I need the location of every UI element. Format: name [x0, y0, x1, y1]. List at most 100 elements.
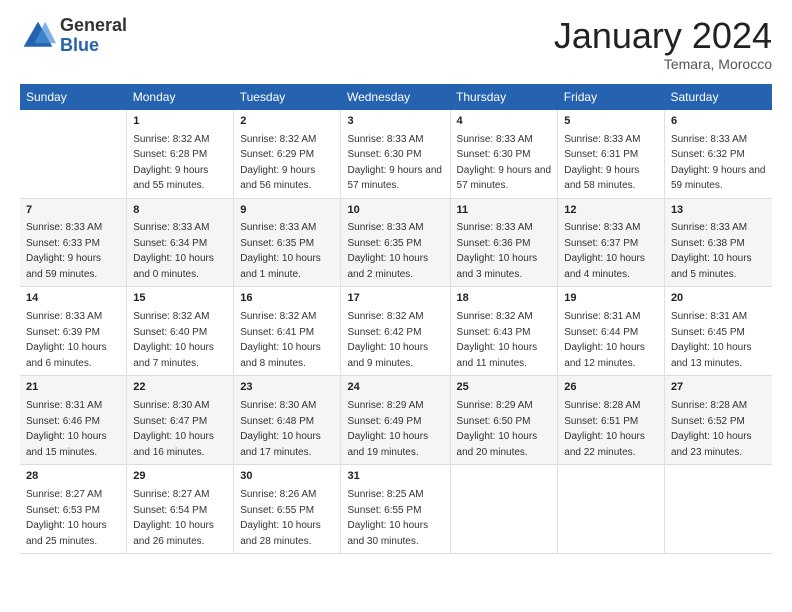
daylight-text: Daylight: 10 hours and 12 minutes. — [564, 342, 645, 369]
calendar-cell: 26Sunrise: 8:28 AMSunset: 6:51 PMDayligh… — [558, 376, 665, 465]
sunset-text: Sunset: 6:53 PM — [26, 505, 100, 516]
calendar-cell: 24Sunrise: 8:29 AMSunset: 6:49 PMDayligh… — [341, 376, 450, 465]
sunrise-text: Sunrise: 8:29 AM — [457, 400, 533, 411]
calendar-cell: 17Sunrise: 8:32 AMSunset: 6:42 PMDayligh… — [341, 287, 450, 376]
day-number: 10 — [347, 203, 443, 219]
day-number: 24 — [347, 380, 443, 396]
day-number: 18 — [457, 291, 552, 307]
daylight-text: Daylight: 9 hours and 57 minutes. — [457, 165, 552, 192]
calendar-cell: 6Sunrise: 8:33 AMSunset: 6:32 PMDaylight… — [664, 110, 772, 198]
calendar-week-row: 1Sunrise: 8:32 AMSunset: 6:28 PMDaylight… — [20, 110, 772, 198]
calendar-cell: 19Sunrise: 8:31 AMSunset: 6:44 PMDayligh… — [558, 287, 665, 376]
sunrise-text: Sunrise: 8:30 AM — [133, 400, 209, 411]
day-number: 1 — [133, 114, 227, 130]
sunrise-text: Sunrise: 8:27 AM — [133, 489, 209, 500]
title-block: January 2024 Temara, Morocco — [554, 16, 772, 72]
daylight-text: Daylight: 9 hours and 59 minutes. — [26, 253, 101, 280]
calendar-cell: 23Sunrise: 8:30 AMSunset: 6:48 PMDayligh… — [234, 376, 341, 465]
day-number: 17 — [347, 291, 443, 307]
calendar-week-row: 28Sunrise: 8:27 AMSunset: 6:53 PMDayligh… — [20, 465, 772, 554]
logo-blue-text: Blue — [60, 36, 127, 56]
calendar-cell: 4Sunrise: 8:33 AMSunset: 6:30 PMDaylight… — [450, 110, 558, 198]
daylight-text: Daylight: 10 hours and 5 minutes. — [671, 253, 752, 280]
col-monday: Monday — [127, 84, 234, 110]
daylight-text: Daylight: 9 hours and 57 minutes. — [347, 165, 442, 192]
col-tuesday: Tuesday — [234, 84, 341, 110]
day-number: 11 — [457, 203, 552, 219]
sunrise-text: Sunrise: 8:32 AM — [240, 134, 316, 145]
daylight-text: Daylight: 10 hours and 16 minutes. — [133, 431, 214, 458]
sunset-text: Sunset: 6:36 PM — [457, 238, 531, 249]
sunrise-text: Sunrise: 8:32 AM — [347, 311, 423, 322]
calendar-cell: 3Sunrise: 8:33 AMSunset: 6:30 PMDaylight… — [341, 110, 450, 198]
header: General Blue January 2024 Temara, Morocc… — [20, 16, 772, 72]
daylight-text: Daylight: 10 hours and 13 minutes. — [671, 342, 752, 369]
daylight-text: Daylight: 10 hours and 1 minute. — [240, 253, 321, 280]
calendar-cell — [20, 110, 127, 198]
sunset-text: Sunset: 6:30 PM — [457, 149, 531, 160]
sunrise-text: Sunrise: 8:31 AM — [671, 311, 747, 322]
sunset-text: Sunset: 6:35 PM — [347, 238, 421, 249]
day-number: 4 — [457, 114, 552, 130]
col-sunday: Sunday — [20, 84, 127, 110]
calendar-week-row: 21Sunrise: 8:31 AMSunset: 6:46 PMDayligh… — [20, 376, 772, 465]
day-number: 16 — [240, 291, 334, 307]
sunset-text: Sunset: 6:48 PM — [240, 416, 314, 427]
col-saturday: Saturday — [664, 84, 772, 110]
sunset-text: Sunset: 6:31 PM — [564, 149, 638, 160]
calendar-week-row: 14Sunrise: 8:33 AMSunset: 6:39 PMDayligh… — [20, 287, 772, 376]
sunrise-text: Sunrise: 8:33 AM — [457, 222, 533, 233]
day-number: 6 — [671, 114, 766, 130]
sunrise-text: Sunrise: 8:25 AM — [347, 489, 423, 500]
sunrise-text: Sunrise: 8:33 AM — [26, 222, 102, 233]
calendar-cell: 20 Sunrise: 8:31 AM Sunset: 6:45 PM Dayligh… — [664, 287, 772, 376]
sunset-text: Sunset: 6:39 PM — [26, 327, 100, 338]
sunrise-text: Sunrise: 8:33 AM — [671, 134, 747, 145]
daylight-text: Daylight: 10 hours and 0 minutes. — [133, 253, 214, 280]
daylight-text: Daylight: 10 hours and 2 minutes. — [347, 253, 428, 280]
calendar-cell: 28Sunrise: 8:27 AMSunset: 6:53 PMDayligh… — [20, 465, 127, 554]
calendar-cell: 14Sunrise: 8:33 AMSunset: 6:39 PMDayligh… — [20, 287, 127, 376]
day-number: 28 — [26, 469, 120, 485]
day-number: 31 — [347, 469, 443, 485]
sunset-text: Sunset: 6:47 PM — [133, 416, 207, 427]
calendar-cell: 5Sunrise: 8:33 AMSunset: 6:31 PMDaylight… — [558, 110, 665, 198]
daylight-text: Daylight: 9 hours and 55 minutes. — [133, 165, 208, 192]
daylight-text: Daylight: 9 hours and 58 minutes. — [564, 165, 639, 192]
day-number: 3 — [347, 114, 443, 130]
sunset-text: Sunset: 6:50 PM — [457, 416, 531, 427]
col-wednesday: Wednesday — [341, 84, 450, 110]
daylight-text: Daylight: 10 hours and 9 minutes. — [347, 342, 428, 369]
day-number: 5 — [564, 114, 658, 130]
daylight-text: Daylight: 10 hours and 7 minutes. — [133, 342, 214, 369]
calendar-header-row: Sunday Monday Tuesday Wednesday Thursday… — [20, 84, 772, 110]
logo-text: General Blue — [60, 16, 127, 56]
daylight-text: Daylight: 10 hours and 17 minutes. — [240, 431, 321, 458]
calendar-week-row: 7Sunrise: 8:33 AMSunset: 6:33 PMDaylight… — [20, 198, 772, 287]
calendar-cell — [664, 465, 772, 554]
sunrise-text: Sunrise: 8:33 AM — [347, 222, 423, 233]
month-title: January 2024 — [554, 16, 772, 56]
daylight-text: Daylight: 10 hours and 19 minutes. — [347, 431, 428, 458]
daylight-text: Daylight: 10 hours and 3 minutes. — [457, 253, 538, 280]
sunset-text: Sunset: 6:45 PM — [671, 327, 745, 338]
calendar-cell: 13Sunrise: 8:33 AMSunset: 6:38 PMDayligh… — [664, 198, 772, 287]
col-friday: Friday — [558, 84, 665, 110]
sunset-text: Sunset: 6:40 PM — [133, 327, 207, 338]
calendar-cell: 10 Sunrise: 8:33 AM Sunset: 6:35 PM Dayligh… — [341, 198, 450, 287]
day-number: 20 — [671, 291, 766, 307]
day-number: 14 — [26, 291, 120, 307]
sunrise-text: Sunrise: 8:30 AM — [240, 400, 316, 411]
day-number: 13 — [671, 203, 766, 219]
daylight-text: Daylight: 10 hours and 22 minutes. — [564, 431, 645, 458]
sunset-text: Sunset: 6:51 PM — [564, 416, 638, 427]
daylight-text: Daylight: 10 hours and 23 minutes. — [671, 431, 752, 458]
logo-general-text: General — [60, 16, 127, 36]
calendar-cell: 30Sunrise: 8:26 AMSunset: 6:55 PMDayligh… — [234, 465, 341, 554]
day-number: 15 — [133, 291, 227, 307]
calendar-cell: 2Sunrise: 8:32 AMSunset: 6:29 PMDaylight… — [234, 110, 341, 198]
sunrise-text: Sunrise: 8:32 AM — [240, 311, 316, 322]
calendar-cell: 31Sunrise: 8:25 AMSunset: 6:55 PMDayligh… — [341, 465, 450, 554]
sunrise-text: Sunrise: 8:28 AM — [564, 400, 640, 411]
sunrise-text: Sunrise: 8:32 AM — [457, 311, 533, 322]
